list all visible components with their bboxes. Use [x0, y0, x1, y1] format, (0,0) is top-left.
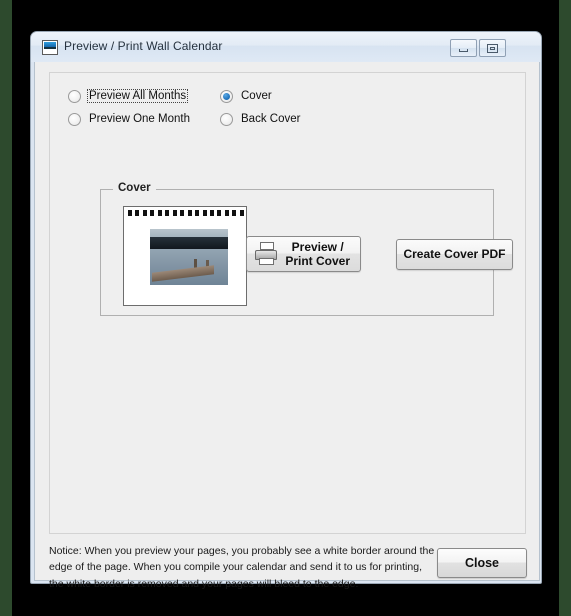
radio-back-cover[interactable]: Back Cover	[220, 112, 302, 126]
minimize-button[interactable]	[450, 39, 477, 57]
notice-text: Notice: When you preview your pages, you…	[49, 543, 435, 592]
radio-preview-all-months-label: Preview All Months	[87, 89, 189, 103]
options-panel: Preview All Months Preview One Month Cov…	[49, 72, 526, 534]
radio-preview-one-month-label: Preview One Month	[89, 113, 190, 125]
radio-cover[interactable]: Cover	[220, 89, 274, 103]
radio-cover-label: Cover	[241, 90, 272, 102]
radio-preview-one-month[interactable]: Preview One Month	[68, 112, 192, 126]
cover-photo-lake-dock	[150, 229, 228, 285]
cover-thumbnail[interactable]	[123, 206, 247, 306]
preview-print-cover-line2: Print Cover	[285, 254, 350, 268]
spiral-binding-icon	[128, 210, 244, 216]
notice-line-2: edge of the page. When you compile your …	[49, 561, 422, 574]
minimize-icon	[451, 40, 476, 56]
close-dialog-label: Close	[464, 556, 500, 570]
preview-print-cover-label: Preview / Print Cover	[285, 240, 350, 269]
preview-print-cover-button[interactable]: Preview / Print Cover	[246, 236, 361, 272]
create-cover-pdf-label: Create Cover PDF	[403, 247, 506, 262]
preview-print-cover-line1: Preview /	[291, 239, 344, 254]
notice-line-1: Notice: When you preview your pages, you…	[49, 545, 435, 557]
window-title: Preview / Print Wall Calendar	[64, 39, 223, 53]
cover-groupbox-label: Cover	[113, 182, 156, 194]
radio-back-cover-indicator[interactable]	[220, 112, 233, 126]
radio-cover-indicator[interactable]	[220, 89, 233, 103]
notice-line-3: the white border is removed and your pag…	[49, 577, 359, 590]
calendar-photo-icon	[42, 40, 58, 55]
close-dialog-button[interactable]: Close	[437, 548, 527, 578]
preview-print-wall-calendar-window: Preview / Print Wall Calendar ✕ Preview …	[30, 31, 542, 590]
create-cover-pdf-button[interactable]: Create Cover PDF	[396, 239, 513, 270]
printer-icon	[253, 242, 279, 267]
maximize-button[interactable]	[479, 39, 506, 57]
cover-groupbox: Cover Preview / Print Cover Create Cover…	[100, 182, 513, 316]
radio-preview-one-month-indicator[interactable]	[68, 112, 81, 126]
radio-preview-all-months-indicator[interactable]	[68, 89, 81, 103]
maximize-icon	[480, 40, 505, 56]
radio-preview-all-months[interactable]: Preview All Months	[68, 89, 189, 103]
radio-back-cover-label: Back Cover	[241, 113, 301, 125]
window-client-area: Preview All Months Preview One Month Cov…	[34, 62, 540, 590]
window-titlebar[interactable]: Preview / Print Wall Calendar ✕	[31, 32, 541, 548]
